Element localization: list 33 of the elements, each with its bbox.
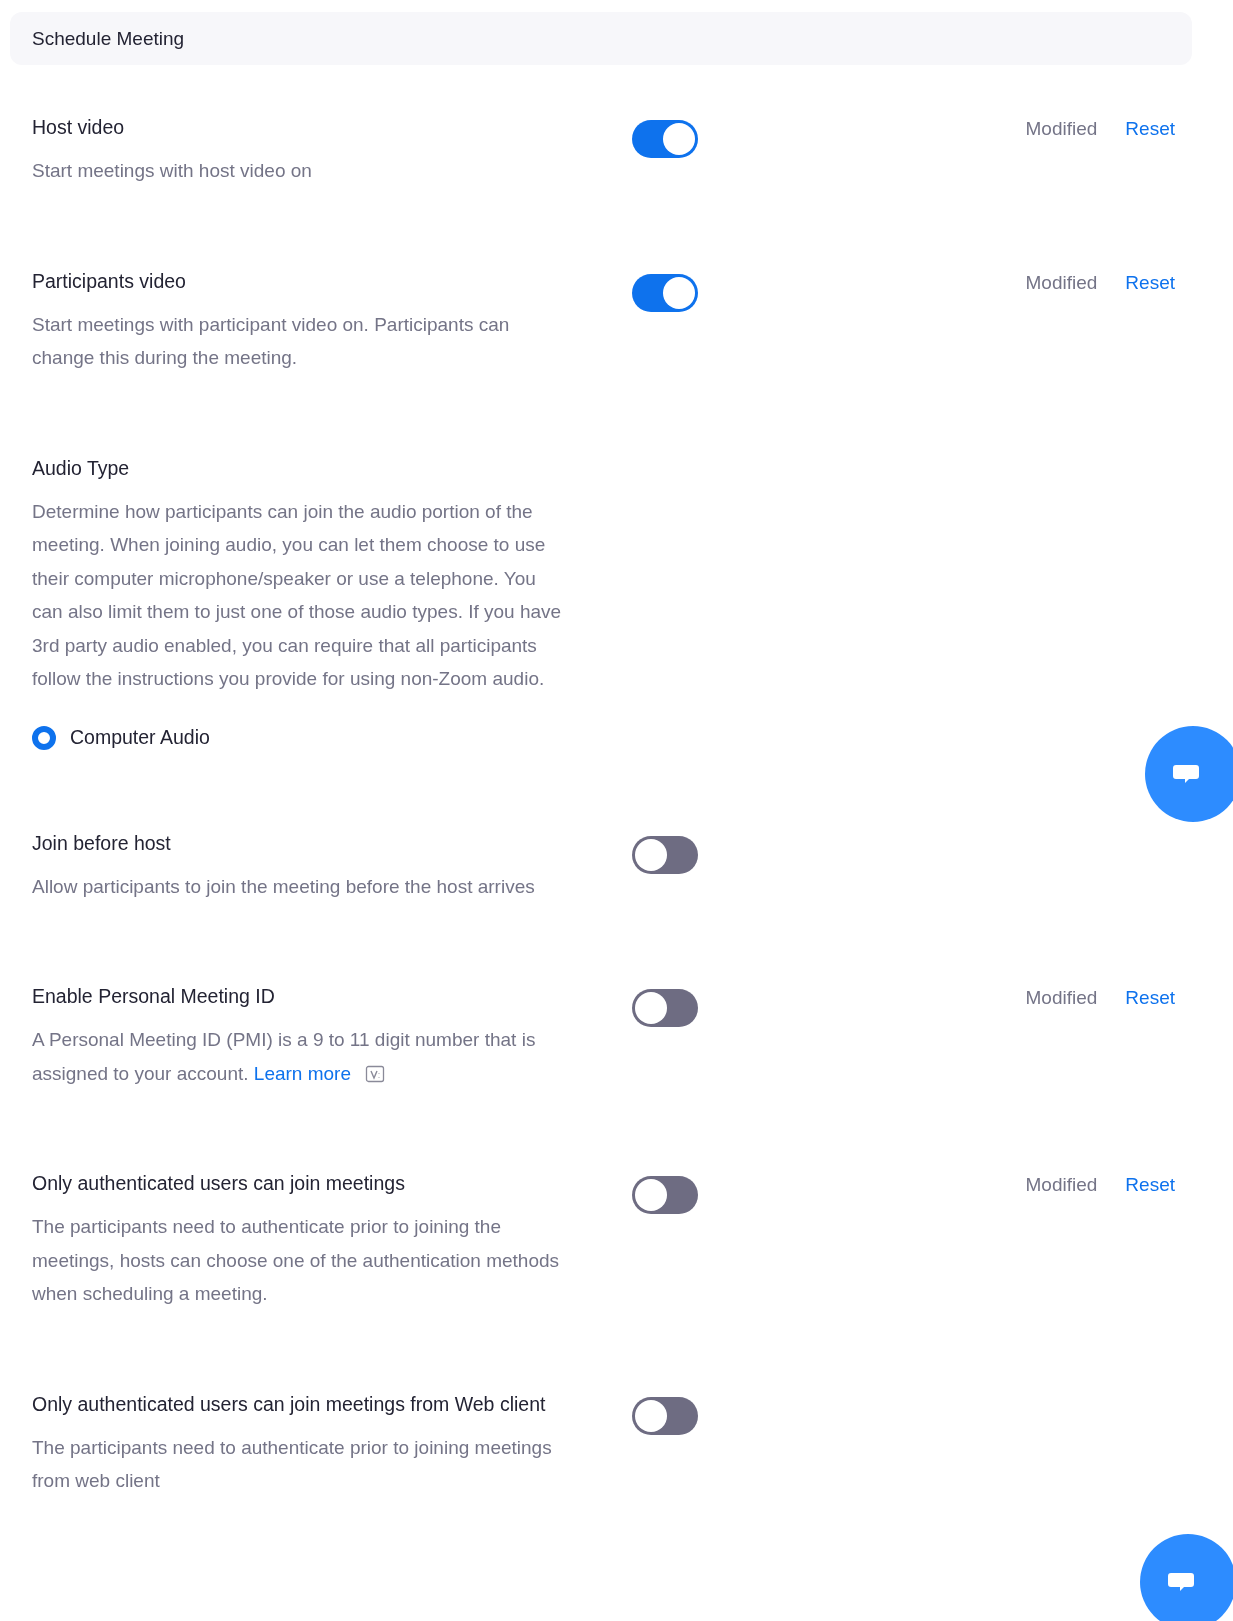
external-link-icon[interactable] — [365, 1063, 385, 1084]
setting-description: Determine how participants can join the audio portion of the meeting. When joining audio, you can let them choose to use their computer microphone/speaker or use a telephone. You can also limit them to just one of those audio types. If you have 3rd party audio enabled, you can require that all participants follow the instructions you provide for using non-Zoom audio. — [32, 499, 563, 691]
learn-more-link[interactable]: Learn more — [253, 1062, 351, 1084]
toggle-switch[interactable] — [632, 1176, 698, 1214]
reset-link[interactable]: Reset — [1125, 267, 1175, 298]
setting-title: Join before host — [32, 830, 172, 856]
radio-button[interactable] — [32, 725, 56, 750]
setting-title: Only authenticated users can join meetings — [32, 1171, 406, 1196]
toggle-switch[interactable] — [632, 989, 698, 1027]
modified-label: Modified — [1025, 117, 1098, 141]
toggle-switch[interactable] — [632, 835, 698, 874]
reset-link[interactable]: Reset — [1125, 114, 1175, 144]
setting-title: Audio Type — [32, 455, 131, 481]
modified-label: Modified — [1025, 270, 1098, 295]
setting-title: Only authenticated users can join meetings from Web client — [32, 1391, 547, 1417]
toggle-switch[interactable] — [632, 273, 698, 312]
setting-title: Host video — [32, 115, 126, 140]
modified-label: Modified — [1025, 986, 1098, 1010]
reset-link[interactable]: Reset — [1125, 983, 1175, 1013]
setting-title: Enable Personal Meeting ID — [32, 984, 276, 1009]
setting-description: Allow participants to join the meeting before the host arrives — [32, 874, 536, 899]
radio-label[interactable]: Computer Audio — [70, 726, 210, 749]
setting-description: Start meetings with host video on — [32, 159, 313, 183]
setting-description: Start meetings with participant video on. Participants can change this during the meeting. — [32, 312, 511, 370]
setting-title: Participants video — [32, 268, 187, 294]
setting-description: The participants need to authenticate prior to joining the meetings, hosts can choose one of the authentication methods when scheduling a meeting. — [32, 1215, 561, 1306]
modified-label: Modified — [1025, 1173, 1098, 1197]
section-title: Schedule Meeting — [32, 27, 185, 50]
setting-description: The participants need to authenticate prior to joining meetings from web client — [32, 1435, 553, 1493]
reset-link[interactable]: Reset — [1125, 1170, 1175, 1200]
toggle-switch[interactable] — [632, 120, 698, 158]
toggle-switch[interactable] — [632, 1396, 698, 1435]
setting-description: A Personal Meeting ID (PMI) is a 9 to 11 digit number that is assigned to your account. Learn more — [32, 1028, 537, 1086]
